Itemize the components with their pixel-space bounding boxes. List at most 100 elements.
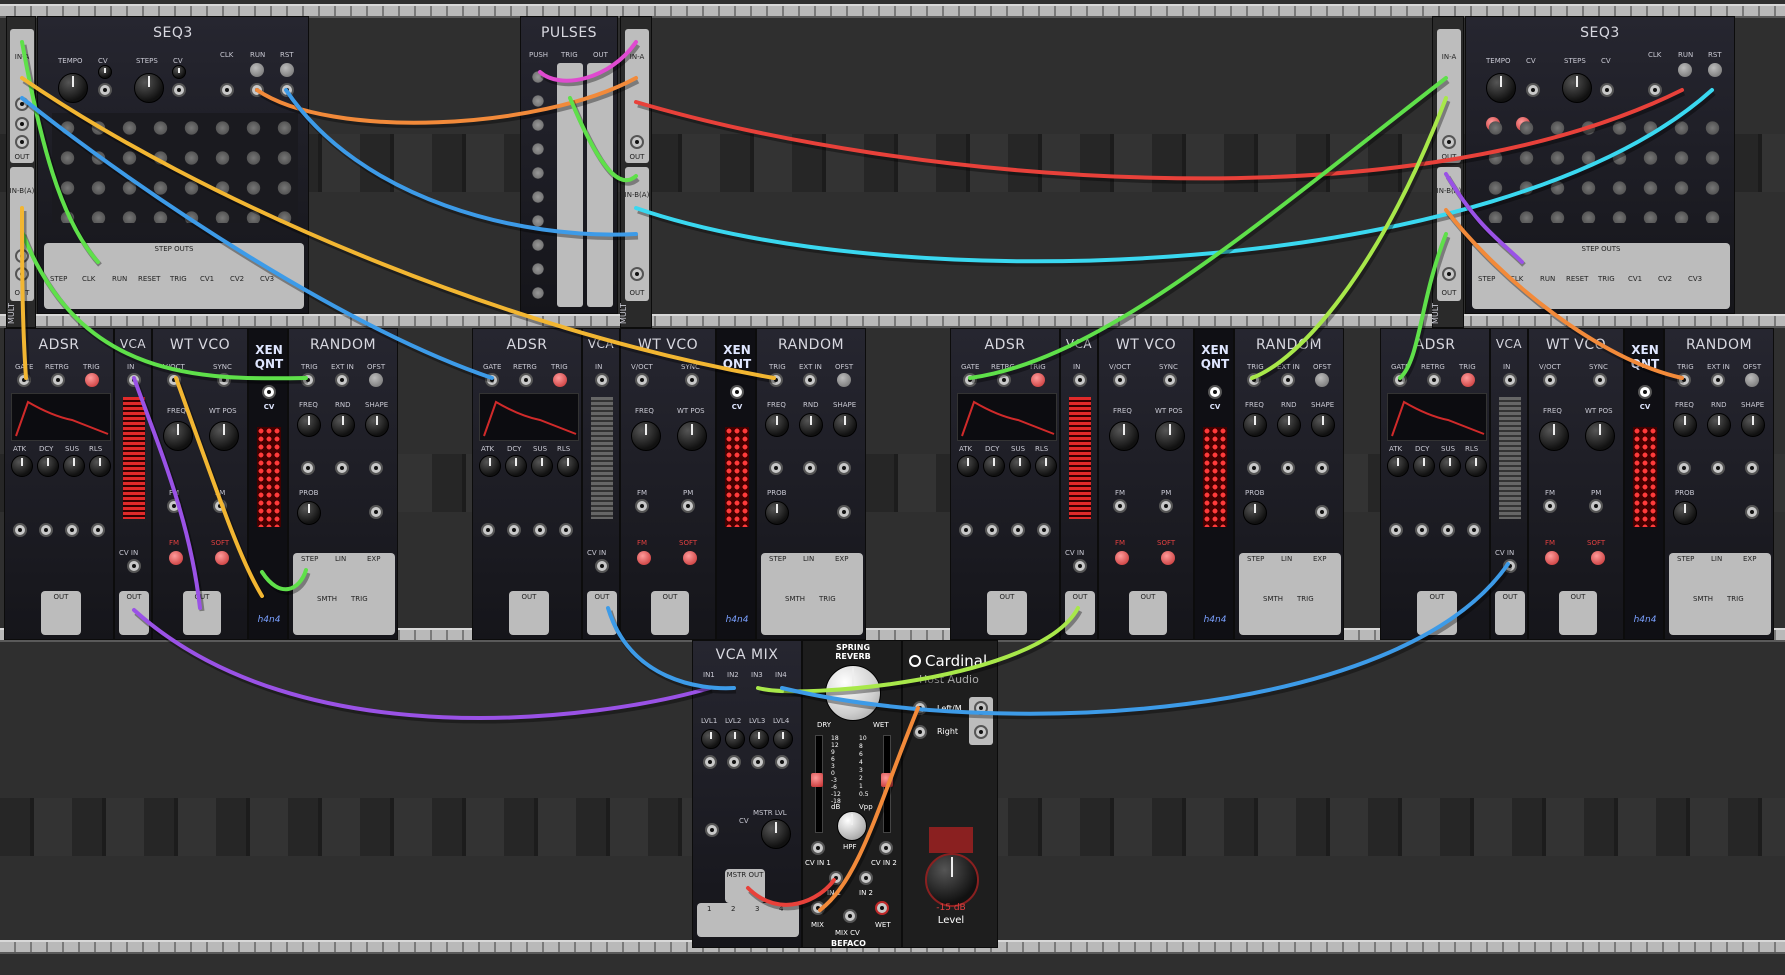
mult-jack[interactable] bbox=[15, 117, 29, 131]
in-2-jack[interactable] bbox=[859, 871, 873, 885]
mult-module-middle[interactable]: IN-A IN-B(A) OUT OUT MULT bbox=[619, 16, 652, 328]
sync-jack[interactable] bbox=[685, 373, 699, 387]
freq-knob[interactable] bbox=[163, 421, 193, 451]
mult-module-left[interactable]: IN-A IN-B(A) OUT OUT MULT bbox=[6, 16, 36, 328]
cv-1-jack[interactable] bbox=[703, 755, 717, 769]
attack-knob[interactable] bbox=[1387, 455, 1409, 477]
cv-jack[interactable] bbox=[91, 523, 105, 537]
cv-jack[interactable] bbox=[533, 523, 547, 537]
retrg-jack[interactable] bbox=[1427, 373, 1441, 387]
right-out-jack[interactable] bbox=[974, 725, 988, 739]
attack-knob[interactable] bbox=[11, 455, 33, 477]
retrg-jack[interactable] bbox=[997, 373, 1011, 387]
vca-module[interactable]: VCA IN CV IN OUT bbox=[114, 328, 152, 640]
fm-jack[interactable] bbox=[1543, 499, 1557, 513]
left-out-jack[interactable] bbox=[974, 701, 988, 715]
freq-knob[interactable] bbox=[1109, 421, 1139, 451]
mult-out-jack[interactable] bbox=[1442, 267, 1456, 281]
offset-button[interactable] bbox=[1315, 373, 1329, 387]
xen-qnt-module[interactable]: XEN QNT CV h4n4 bbox=[248, 328, 288, 640]
adsr-module[interactable]: ADSR GATE RETRG TRIG ATK DCY SUS RLS OUT bbox=[950, 328, 1060, 640]
voct-jack[interactable] bbox=[1543, 373, 1557, 387]
random-trig-jack[interactable] bbox=[1677, 373, 1691, 387]
sustain-knob[interactable] bbox=[1439, 455, 1461, 477]
prob-knob[interactable] bbox=[297, 501, 321, 525]
attack-knob[interactable] bbox=[957, 455, 979, 477]
cv-4-jack[interactable] bbox=[775, 755, 789, 769]
freq-cv-jack[interactable] bbox=[769, 461, 783, 475]
cv-in-2-jack[interactable] bbox=[879, 841, 893, 855]
release-knob[interactable] bbox=[1465, 455, 1487, 477]
offset-button[interactable] bbox=[1745, 373, 1759, 387]
wt-vco-module[interactable]: WT VCO V/OCT SYNC FREQ WT POS FM PM FM S… bbox=[1528, 328, 1624, 640]
gate-jack[interactable] bbox=[17, 373, 31, 387]
xen-cv-jack[interactable] bbox=[1208, 385, 1222, 399]
freq-knob[interactable] bbox=[1539, 421, 1569, 451]
mult-out-jack[interactable] bbox=[630, 135, 644, 149]
vca-in-jack[interactable] bbox=[127, 373, 141, 387]
prob-cv-jack[interactable] bbox=[837, 505, 851, 519]
shape-knob[interactable] bbox=[365, 413, 389, 437]
tempo-cv-jack[interactable] bbox=[1526, 83, 1540, 97]
adsr-module[interactable]: ADSR GATE RETRG TRIG ATK DCY SUS RLS OUT bbox=[4, 328, 114, 640]
vca-cv-in-jack[interactable] bbox=[127, 559, 141, 573]
cv-jack[interactable] bbox=[959, 523, 973, 537]
level-knob[interactable] bbox=[925, 853, 979, 907]
pulses-module[interactable]: PULSES PUSH TRIG OUT bbox=[520, 16, 618, 314]
cv-jack[interactable] bbox=[1441, 523, 1455, 537]
wt-vco-module[interactable]: WT VCO V/OCT SYNC FREQ WT POS FM PM FM S… bbox=[152, 328, 248, 640]
run-button[interactable] bbox=[1678, 63, 1692, 77]
master-level-knob[interactable] bbox=[761, 819, 791, 849]
pm-jack[interactable] bbox=[1159, 499, 1173, 513]
vca-module[interactable]: VCA IN CV IN OUT bbox=[1060, 328, 1098, 640]
mix-cv-jack[interactable] bbox=[843, 909, 857, 923]
steps-cv-jack[interactable] bbox=[1600, 83, 1614, 97]
trig-button[interactable] bbox=[1031, 373, 1045, 387]
soft-button[interactable] bbox=[683, 551, 697, 565]
rnd-cv-jack[interactable] bbox=[335, 461, 349, 475]
fm-button[interactable] bbox=[169, 551, 183, 565]
ext-in-jack[interactable] bbox=[335, 373, 349, 387]
freq-cv-jack[interactable] bbox=[1247, 461, 1261, 475]
shape-cv-jack[interactable] bbox=[837, 461, 851, 475]
xen-cv-jack[interactable] bbox=[1638, 385, 1652, 399]
decay-knob[interactable] bbox=[37, 455, 59, 477]
tempo-knob[interactable] bbox=[1486, 73, 1516, 103]
rnd-knob[interactable] bbox=[1707, 413, 1731, 437]
cv-2-jack[interactable] bbox=[727, 755, 741, 769]
sustain-knob[interactable] bbox=[531, 455, 553, 477]
rnd-cv-jack[interactable] bbox=[1711, 461, 1725, 475]
vca-mix-module[interactable]: VCA MIX IN1 IN2 IN3 IN4 LVL1 LVL2 LVL3 L… bbox=[692, 640, 802, 948]
steps-knob[interactable] bbox=[134, 73, 164, 103]
retrg-jack[interactable] bbox=[519, 373, 533, 387]
rnd-cv-jack[interactable] bbox=[1281, 461, 1295, 475]
rnd-knob[interactable] bbox=[331, 413, 355, 437]
sustain-knob[interactable] bbox=[1009, 455, 1031, 477]
adsr-module[interactable]: ADSR GATE RETRG TRIG ATK DCY SUS RLS OUT bbox=[1380, 328, 1490, 640]
fm-jack[interactable] bbox=[1113, 499, 1127, 513]
cv-jack[interactable] bbox=[481, 523, 495, 537]
vca-module[interactable]: VCA IN CV IN OUT bbox=[582, 328, 620, 640]
scale-led-grid[interactable] bbox=[1203, 427, 1227, 527]
rnd-knob[interactable] bbox=[1277, 413, 1301, 437]
cv-jack[interactable] bbox=[1037, 523, 1051, 537]
wt-pos-knob[interactable] bbox=[209, 421, 239, 451]
hpf-knob[interactable] bbox=[837, 811, 867, 841]
prob-cv-jack[interactable] bbox=[1315, 505, 1329, 519]
mult-out-jack[interactable] bbox=[1442, 135, 1456, 149]
mult-module-right[interactable]: IN-A IN-B(A) OUT OUT MULT bbox=[1431, 16, 1464, 328]
sustain-knob[interactable] bbox=[63, 455, 85, 477]
cv-in-1-jack[interactable] bbox=[811, 841, 825, 855]
steps-cv-jack[interactable] bbox=[172, 83, 186, 97]
gate-jack[interactable] bbox=[1393, 373, 1407, 387]
in-1-jack[interactable] bbox=[829, 871, 843, 885]
cv-jack[interactable] bbox=[1415, 523, 1429, 537]
random-trig-jack[interactable] bbox=[301, 373, 315, 387]
wt-pos-knob[interactable] bbox=[1155, 421, 1185, 451]
gate-jack[interactable] bbox=[485, 373, 499, 387]
level-2-knob[interactable] bbox=[725, 729, 745, 749]
ext-in-jack[interactable] bbox=[1281, 373, 1295, 387]
fm-jack[interactable] bbox=[167, 499, 181, 513]
freq-cv-jack[interactable] bbox=[301, 461, 315, 475]
cv-jack[interactable] bbox=[1389, 523, 1403, 537]
